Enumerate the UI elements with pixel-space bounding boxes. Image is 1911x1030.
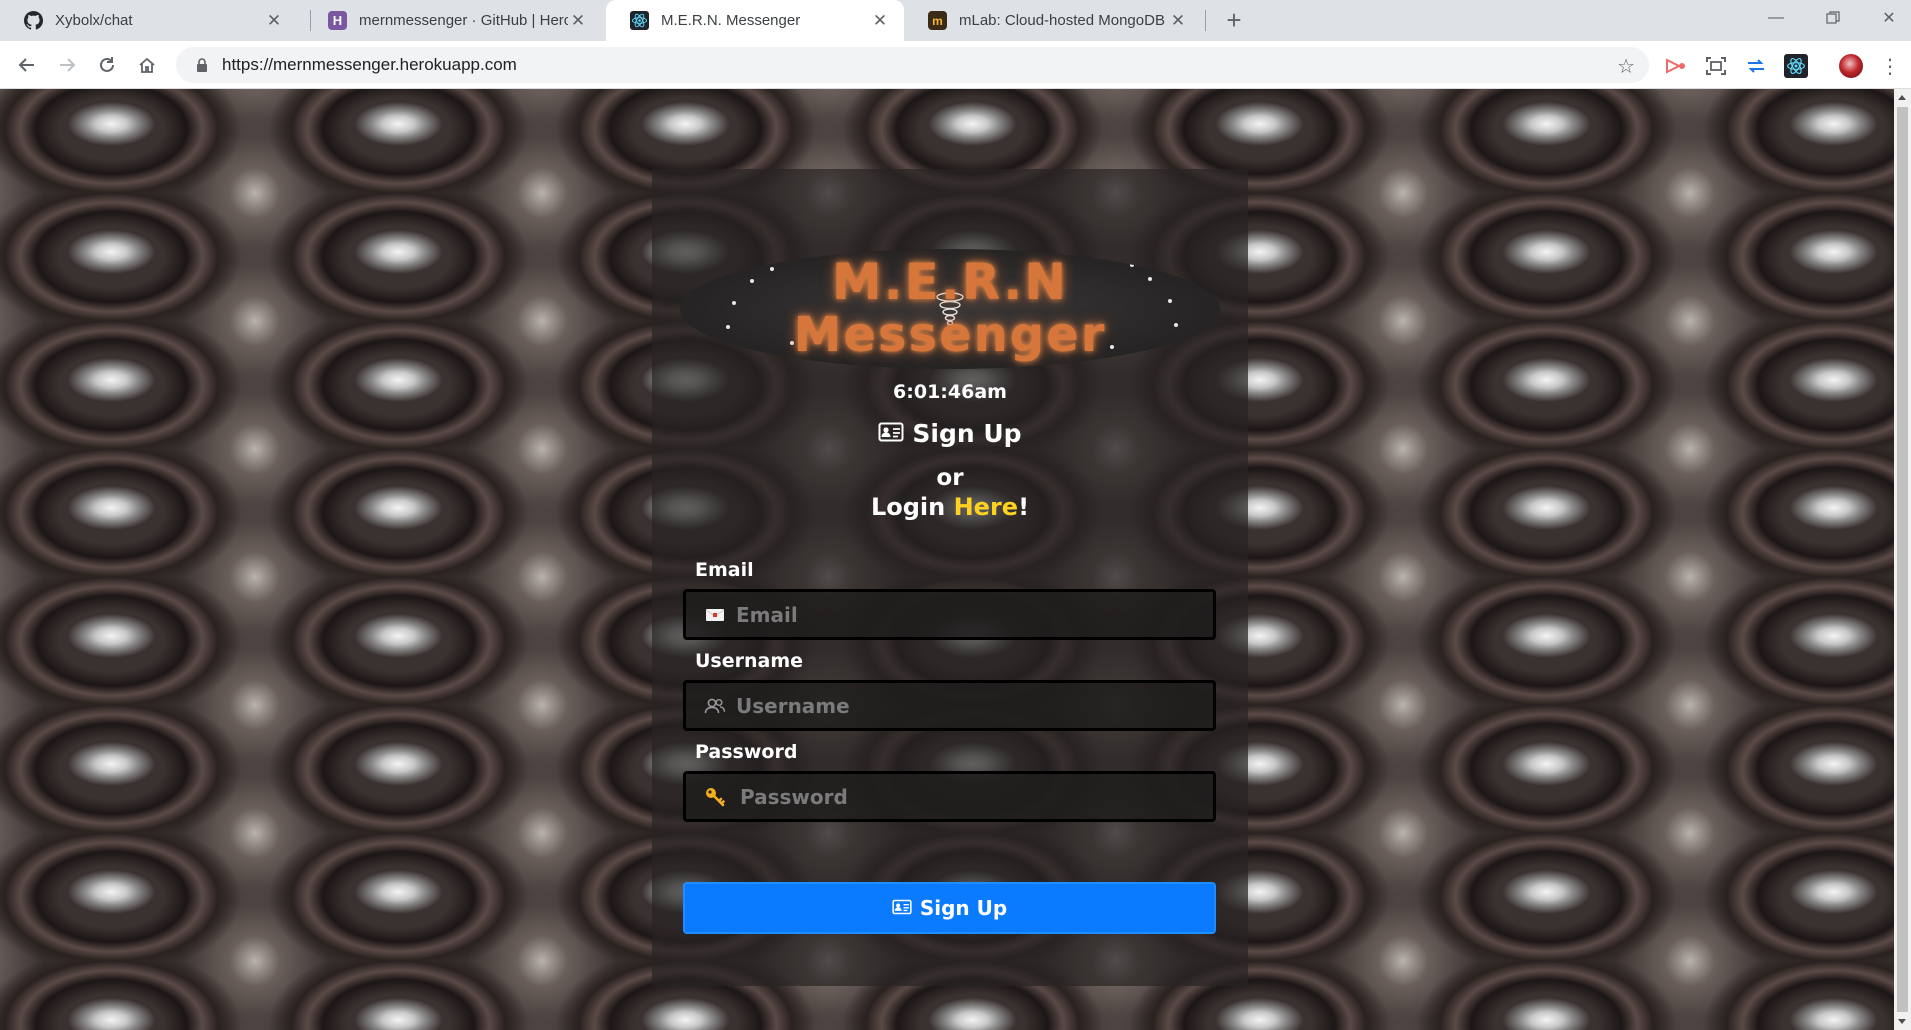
vertical-scrollbar[interactable]: [1894, 89, 1911, 1030]
login-prefix: Login: [870, 493, 954, 521]
new-tab-button[interactable]: +: [1220, 5, 1248, 35]
restore-icon[interactable]: [1813, 4, 1853, 32]
username-input[interactable]: [736, 693, 1213, 718]
scroll-down-arrow-icon[interactable]: [1898, 1019, 1906, 1024]
password-field[interactable]: [683, 771, 1216, 822]
login-prompt: Login Here!: [652, 493, 1248, 521]
or-text: or: [936, 465, 964, 491]
tab-separator: [1205, 10, 1206, 31]
signup-button[interactable]: Sign Up: [683, 882, 1216, 934]
close-icon[interactable]: ✕: [1168, 11, 1188, 31]
tab-title: M.E.R.N. Messenger: [661, 12, 801, 29]
back-icon[interactable]: [12, 50, 42, 80]
reload-icon[interactable]: [92, 50, 122, 80]
username-label: Username: [695, 650, 804, 672]
envelope-icon: [704, 604, 726, 626]
tab-strip: Xybolx/chat ✕ H mernmessenger · GitHub |…: [0, 0, 1911, 41]
close-icon[interactable]: ✕: [568, 11, 588, 31]
logo-line-2: Messenger: [793, 307, 1107, 363]
key-icon: [704, 786, 726, 808]
id-card-icon: [892, 896, 912, 920]
tab-title: mernmessenger · GitHub | Herok: [359, 12, 568, 29]
tab-title: Xybolx/chat: [55, 12, 133, 29]
signup-button-label: Sign Up: [919, 896, 1008, 920]
menu-kebab-icon[interactable]: ⋮: [1878, 54, 1902, 78]
react-icon: [630, 11, 649, 30]
address-bar[interactable]: https://mernmessenger.herokuapp.com ☆: [176, 47, 1649, 83]
minimize-icon[interactable]: —: [1756, 4, 1796, 32]
app-logo: M.E.R.N Messenger: [680, 249, 1220, 369]
screenshot-icon[interactable]: [1704, 54, 1728, 78]
password-label: Password: [695, 741, 798, 763]
signup-card: M.E.R.N Messenger 6:01:46am Sign Up or L…: [652, 169, 1248, 986]
browser-toolbar: https://mernmessenger.herokuapp.com ☆ ⋮: [0, 41, 1911, 89]
scrollbar-thumb[interactable]: [1897, 107, 1908, 1012]
url-text: https://mernmessenger.herokuapp.com: [222, 55, 517, 74]
tab-mernmessenger-heroku[interactable]: H mernmessenger · GitHub | Herok ✕: [304, 0, 602, 41]
close-window-icon[interactable]: ✕: [1869, 4, 1909, 32]
lock-icon[interactable]: [194, 57, 210, 73]
close-icon[interactable]: ✕: [264, 11, 284, 31]
github-icon: [24, 11, 43, 30]
tab-xybolx-chat[interactable]: Xybolx/chat ✕: [0, 0, 298, 41]
users-icon: [704, 695, 726, 717]
tab-mlab[interactable]: m mLab: Cloud-hosted MongoDB ✕: [904, 0, 1202, 41]
scroll-up-arrow-icon[interactable]: [1898, 95, 1906, 100]
page-viewport: M.E.R.N Messenger 6:01:46am Sign Up or L…: [0, 89, 1911, 1030]
home-icon[interactable]: [132, 50, 162, 80]
id-card-icon: [878, 419, 904, 448]
login-here-link[interactable]: Here: [954, 493, 1018, 521]
forward-icon[interactable]: [52, 50, 82, 80]
cast-icon[interactable]: [1664, 54, 1688, 78]
tab-title: mLab: Cloud-hosted MongoDB: [959, 12, 1165, 29]
close-icon[interactable]: ✕: [870, 11, 890, 31]
bookmark-star-icon[interactable]: ☆: [1617, 54, 1635, 79]
clock-display: 6:01:46am: [893, 381, 1007, 403]
logo-line-1: M.E.R.N: [831, 253, 1069, 311]
email-input[interactable]: [736, 602, 1213, 627]
page-title-text: Sign Up: [912, 419, 1022, 448]
username-field[interactable]: [683, 680, 1216, 731]
login-suffix: !: [1018, 493, 1030, 521]
arrows-icon[interactable]: [1744, 54, 1768, 78]
react-devtools-icon[interactable]: [1784, 54, 1808, 78]
password-input[interactable]: [740, 784, 1213, 809]
mlab-icon: m: [928, 11, 947, 30]
email-field[interactable]: [683, 589, 1216, 640]
tab-mern-messenger[interactable]: M.E.R.N. Messenger ✕: [606, 0, 904, 41]
heroku-icon: H: [328, 11, 347, 30]
page-title: Sign Up: [652, 419, 1248, 448]
email-label: Email: [695, 559, 754, 581]
profile-avatar-icon[interactable]: [1839, 54, 1863, 78]
